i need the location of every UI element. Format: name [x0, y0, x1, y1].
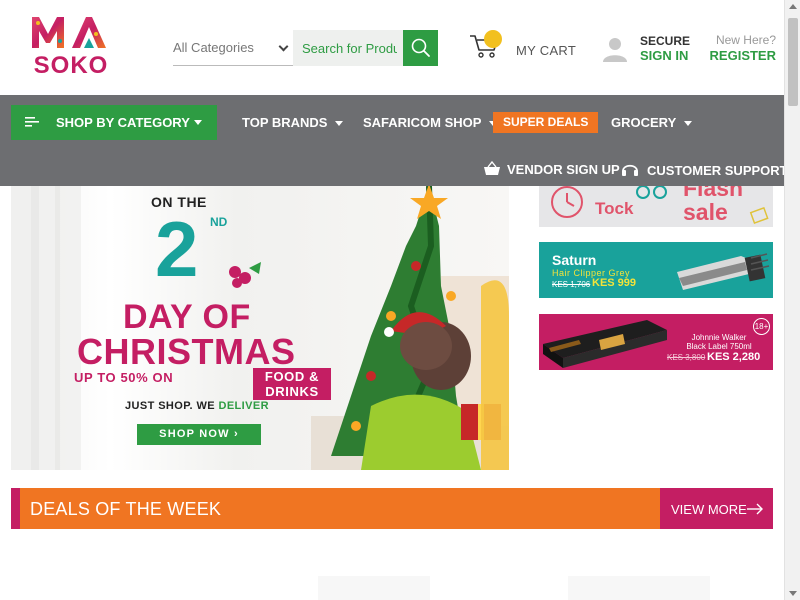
- sign-in-link[interactable]: SECURE SIGN IN: [600, 33, 690, 73]
- category-select-value: All Categories: [173, 40, 254, 55]
- sign-in-label: SIGN IN: [640, 48, 689, 63]
- nav-item-grocery[interactable]: GROCERY: [611, 115, 693, 130]
- flash-sale-title: sale: [683, 199, 728, 225]
- customer-support-link[interactable]: CUSTOMER SUPPORT: [621, 161, 784, 178]
- hero-tagline: JUST SHOP. WE DELIVER: [125, 400, 269, 412]
- search-button[interactable]: [403, 30, 438, 66]
- deals-title: DEALS OF THE WEEK: [30, 499, 222, 519]
- shop-now-button[interactable]: SHOP NOW ›: [137, 424, 261, 445]
- johnnie-walker-banner[interactable]: 18+ Johnnie Walker Black Label 750ml KES…: [539, 314, 773, 370]
- nav-item-label: GROCERY: [611, 115, 677, 130]
- saturn-old-price: KES 1,706: [552, 280, 591, 289]
- site-header: SOKO All Categories MY CART: [0, 0, 784, 95]
- glasses-icon: [636, 186, 667, 199]
- scroll-down-arrow-icon[interactable]: [789, 591, 797, 596]
- hero-day-number: 2: [155, 205, 199, 293]
- hero-christmas: CHRISTMAS: [77, 331, 296, 372]
- headset-icon: [622, 164, 638, 176]
- hero-discount-tag: FOOD & DRINKS: [253, 368, 331, 400]
- search-icon: [411, 38, 430, 57]
- saturn-new-price: KES 999: [592, 277, 637, 289]
- hero-discount-text: UP TO 50% ON: [74, 370, 174, 385]
- nav-item-top-brands[interactable]: TOP BRANDS: [242, 115, 344, 130]
- vendor-signup-label: VENDOR SIGN UP: [507, 162, 620, 177]
- flash-tock-text: Tock: [595, 199, 634, 218]
- customer-support-label: CUSTOMER SUPPORT: [647, 163, 784, 178]
- arrow-right-icon: [747, 503, 763, 515]
- saturn-product-name: Saturn: [552, 252, 597, 268]
- nav-item-label: TOP BRANDS: [242, 115, 328, 130]
- saturn-clipper-banner[interactable]: Saturn Hair Clipper Grey KES 1,706 KES 9…: [539, 242, 773, 298]
- johnnie-new-price: KES 2,280: [707, 351, 761, 363]
- category-select[interactable]: All Categories: [173, 30, 293, 66]
- menu-lines-icon: [25, 117, 39, 127]
- product-card-placeholder: [318, 576, 430, 600]
- chevron-down-icon: [278, 41, 289, 52]
- cart-count-badge: [484, 30, 502, 48]
- deals-of-the-week-bar: DEALS OF THE WEEK VIEW MORE: [11, 488, 773, 529]
- nav-item-super-deals[interactable]: SUPER DEALS: [493, 112, 599, 133]
- user-icon: [603, 38, 627, 62]
- caret-down-icon: [335, 121, 344, 127]
- vendor-signup-link[interactable]: VENDOR SIGN UP: [483, 160, 620, 177]
- scrollbar-thumb[interactable]: [788, 18, 798, 106]
- register-caption: New Here?: [715, 33, 776, 47]
- register-label: REGISTER: [709, 48, 776, 63]
- masoko-logo[interactable]: SOKO: [30, 14, 112, 80]
- view-more-label: VIEW MORE: [671, 502, 747, 517]
- logo-soko-text: SOKO: [33, 52, 109, 79]
- tagline-deliver: DELIVER: [218, 400, 269, 412]
- nav-item-label: SAFARICOM SHOP: [363, 115, 482, 130]
- johnnie-old-price: KES 3,800: [667, 353, 706, 362]
- page-scrollbar[interactable]: [784, 0, 800, 600]
- shop-by-category-label: SHOP BY CATEGORY: [56, 115, 190, 130]
- flash-sale-banner[interactable]: Tock Flash sale: [539, 186, 773, 227]
- main-nav: SHOP BY CATEGORY TOP BRANDS SAFARICOM SH…: [0, 95, 784, 186]
- tagline-shop: SHOP.: [158, 400, 193, 412]
- search-input[interactable]: [293, 30, 403, 66]
- flash-title: Flash: [683, 186, 744, 201]
- register-link[interactable]: New Here? REGISTER: [706, 33, 776, 73]
- page: SOKO All Categories MY CART: [0, 0, 784, 600]
- tagline-just: JUST: [125, 400, 155, 412]
- tagline-we: WE: [196, 400, 215, 412]
- hero-banner[interactable]: ON THE 2 ND DAY OF CHRISTMAS UP TO 50% O…: [11, 186, 509, 470]
- johnnie-name-line2: Black Label 750ml: [686, 342, 752, 351]
- view-more-button[interactable]: VIEW MORE: [660, 488, 773, 529]
- clock-icon: [551, 186, 583, 218]
- deals-accent-stripe: [11, 488, 20, 529]
- basket-icon: [484, 160, 500, 175]
- caret-down-icon: [684, 121, 693, 127]
- search-bar: All Categories: [173, 30, 438, 66]
- cart-link[interactable]: MY CART: [468, 30, 578, 70]
- johnnie-name-line1: Johnnie Walker: [691, 333, 747, 342]
- nav-item-safaricom-shop[interactable]: SAFARICOM SHOP: [363, 115, 498, 130]
- gift-icon: [749, 206, 769, 224]
- hero-text: ON THE 2 ND DAY OF CHRISTMAS UP TO 50% O…: [71, 186, 331, 470]
- hair-clipper-image: [677, 253, 770, 290]
- cart-label: MY CART: [516, 43, 577, 58]
- logo-ma-mark: [32, 17, 106, 48]
- johnnie-product-name: Johnnie Walker Black Label 750ml: [679, 333, 759, 351]
- hero-day-suffix: ND: [210, 215, 228, 229]
- whisky-box-image: [543, 320, 667, 368]
- sign-in-caption: SECURE: [640, 34, 691, 48]
- scroll-up-arrow-icon[interactable]: [789, 4, 797, 9]
- caret-down-icon: [194, 120, 202, 125]
- shop-by-category-button[interactable]: SHOP BY CATEGORY: [11, 105, 217, 140]
- product-card-placeholder: [568, 576, 710, 600]
